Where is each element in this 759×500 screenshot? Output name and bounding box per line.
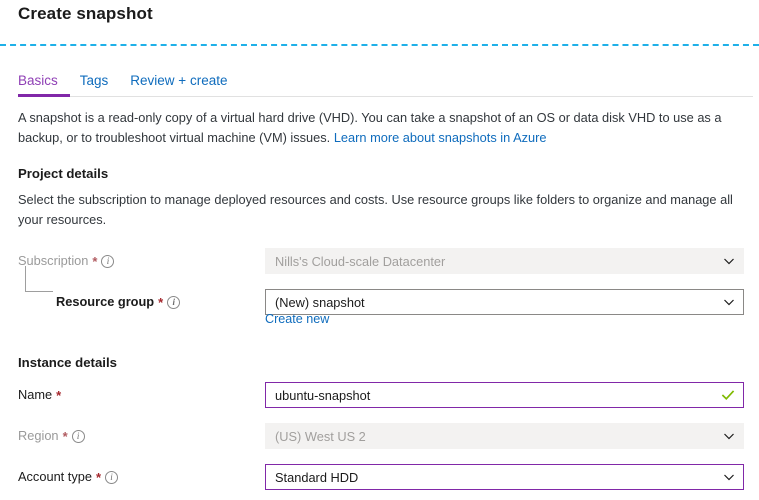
account-type-label-text: Account type	[18, 469, 92, 484]
chevron-down-icon	[723, 255, 735, 267]
project-details-heading: Project details	[18, 166, 109, 181]
resource-group-required-asterisk: *	[158, 294, 164, 310]
tab-review-create[interactable]: Review + create	[130, 72, 227, 95]
resource-group-dropdown[interactable]: (New) snapshot	[265, 289, 744, 315]
instance-details-heading: Instance details	[18, 355, 117, 370]
region-row: Region * i (US) West US 2	[0, 423, 759, 449]
resource-group-row: Resource group * i (New) snapshot	[0, 289, 759, 315]
resource-group-label-text: Resource group	[56, 294, 155, 309]
region-value: (US) West US 2	[275, 428, 366, 444]
chevron-down-icon	[723, 430, 735, 442]
region-label: Region * i	[18, 427, 85, 445]
dashed-divider	[0, 44, 759, 46]
subscription-dropdown[interactable]: Nills's Cloud-scale Datacenter	[265, 248, 744, 274]
tab-bar: Basics Tags Review + create	[18, 72, 227, 95]
valid-check-icon	[721, 388, 735, 402]
name-row: Name * ubuntu-snapshot	[0, 382, 759, 408]
name-required-asterisk: *	[56, 387, 62, 403]
subscription-info-icon[interactable]: i	[101, 254, 115, 268]
tab-basics[interactable]: Basics	[18, 72, 58, 95]
subscription-value: Nills's Cloud-scale Datacenter	[275, 253, 446, 269]
region-dropdown[interactable]: (US) West US 2	[265, 423, 744, 449]
tab-bar-rule	[18, 96, 753, 97]
region-info-icon[interactable]: i	[71, 429, 85, 443]
account-type-row: Account type * i Standard HDD	[0, 464, 759, 490]
tab-active-underline	[18, 94, 70, 97]
account-type-dropdown[interactable]: Standard HDD	[265, 464, 744, 490]
resource-group-info-icon[interactable]: i	[167, 295, 181, 309]
tab-basics-label: Basics	[18, 73, 58, 88]
create-new-resource-group-link[interactable]: Create new	[265, 312, 329, 326]
name-label: Name *	[18, 386, 61, 404]
resource-group-label: Resource group * i	[56, 293, 181, 311]
subscription-required-asterisk: *	[92, 253, 98, 269]
account-type-label: Account type * i	[18, 468, 119, 486]
chevron-down-icon	[723, 296, 735, 308]
page-title: Create snapshot	[18, 4, 153, 23]
region-required-asterisk: *	[62, 428, 68, 444]
resource-group-value: (New) snapshot	[275, 294, 365, 310]
chevron-down-icon	[723, 471, 735, 483]
description-paragraph: A snapshot is a read-only copy of a virt…	[18, 108, 733, 148]
tab-review-create-label: Review + create	[130, 73, 228, 88]
name-value: ubuntu-snapshot	[275, 387, 371, 403]
account-type-value: Standard HDD	[275, 469, 359, 485]
name-label-text: Name	[18, 387, 53, 402]
name-input[interactable]: ubuntu-snapshot	[265, 382, 744, 408]
tab-tags-label: Tags	[79, 73, 109, 88]
account-type-required-asterisk: *	[95, 469, 102, 485]
create-snapshot-page: Create snapshot Basics Tags Review + cre…	[0, 0, 759, 500]
account-type-info-icon[interactable]: i	[105, 470, 119, 484]
region-label-text: Region	[18, 428, 59, 443]
project-details-helper-text: Select the subscription to manage deploy…	[18, 192, 733, 227]
learn-more-link[interactable]: Learn more about snapshots in Azure	[334, 130, 547, 145]
subscription-row: Subscription * i Nills's Cloud-scale Dat…	[0, 248, 759, 274]
tab-tags[interactable]: Tags	[80, 72, 109, 95]
